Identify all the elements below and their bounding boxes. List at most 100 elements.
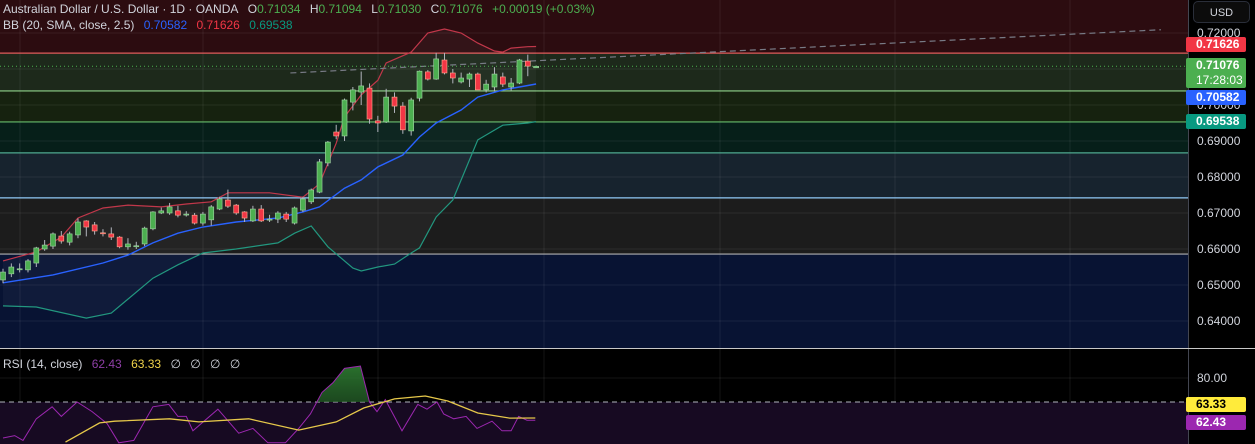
candle-body — [316, 161, 323, 193]
bb-lower-value: 0.69538 — [249, 18, 293, 32]
candle-body — [83, 220, 90, 228]
level-band — [0, 152, 1188, 198]
candle-body — [441, 59, 448, 74]
candle-body — [0, 271, 6, 281]
candle-body — [366, 87, 373, 120]
candle-body — [33, 247, 40, 264]
candle-body — [116, 236, 123, 248]
price-chart-pane[interactable] — [0, 0, 1188, 348]
candle — [425, 70, 431, 81]
bb-basis-value: 0.70582 — [143, 18, 188, 32]
candle — [325, 141, 331, 167]
candle-body — [125, 243, 131, 248]
change-value: +0.00019 (+0.03%) — [492, 2, 595, 16]
axis-tick-label: 80.00 — [1197, 371, 1228, 385]
candle-body — [183, 213, 190, 216]
candle-body — [350, 89, 356, 103]
candle-body — [416, 70, 423, 99]
candle — [150, 211, 156, 231]
open-value: 0.71034 — [257, 2, 301, 16]
badge-value: 0.69538 — [1196, 113, 1240, 128]
candle-body — [100, 232, 106, 235]
badge-value: 0.70582 — [1196, 90, 1240, 105]
rsi-legend: RSI (14, close) 62.43 63.33 ∅ ∅ ∅ ∅ — [3, 357, 240, 371]
symbol-title[interactable]: Australian Dollar / U.S. Dollar · 1D · O… — [3, 2, 238, 16]
candle-body — [75, 221, 81, 236]
candle-body — [325, 141, 331, 164]
open-label: O — [247, 2, 258, 16]
badge-value: 63.33 — [1196, 397, 1227, 411]
rsi-label[interactable]: RSI (14, close) — [3, 357, 82, 371]
axis-tick-label: 0.66000 — [1197, 242, 1241, 256]
candle-body — [258, 208, 265, 222]
rsi-background-band — [0, 402, 1188, 444]
candle — [316, 159, 323, 194]
candle-body — [58, 235, 65, 242]
candle-body — [91, 224, 98, 232]
candle-body — [166, 206, 173, 214]
candle — [141, 226, 148, 247]
bb-upper-price-badge: 0.71626 — [1186, 37, 1246, 53]
bb-label[interactable]: BB (20, SMA, close, 2.5) — [3, 18, 134, 32]
candle-body — [433, 58, 439, 80]
currency-button[interactable]: USD — [1193, 1, 1250, 23]
candle-body — [391, 96, 398, 107]
rsi-ma-value: 63.33 — [131, 357, 162, 371]
bb-legend: BB (20, SMA, close, 2.5) 0.70582 0.71626… — [3, 18, 293, 32]
rsi-value: 62.43 — [91, 357, 122, 371]
candle-body — [499, 76, 506, 85]
level-band — [0, 90, 1188, 122]
axis-tick-label: 0.65000 — [1197, 278, 1241, 292]
candle-body — [291, 207, 298, 224]
bb-lower-price-badge: 0.69538 — [1186, 113, 1246, 129]
axis-tick-label: 0.64000 — [1197, 314, 1241, 328]
candle-body — [200, 213, 206, 224]
candle-body — [133, 245, 140, 248]
candle-body — [475, 73, 481, 91]
candle-body — [483, 83, 489, 91]
candle-body — [66, 233, 73, 243]
bb-basis-price-badge: 0.70582 — [1186, 90, 1246, 106]
pane-separator[interactable] — [1188, 348, 1255, 349]
candle-body — [141, 227, 148, 245]
rsi-value-badge: 62.43 — [1186, 415, 1246, 430]
axis-tick-label: 0.69000 — [1197, 134, 1241, 148]
candle — [291, 206, 298, 225]
candle-body — [491, 73, 498, 88]
candle-body — [400, 105, 406, 131]
candle-body — [175, 210, 181, 216]
candle-body — [341, 99, 348, 137]
candle — [516, 58, 523, 85]
candle-body — [225, 199, 231, 207]
candle-body — [241, 211, 248, 219]
rsi-ma-badge: 63.33 — [1186, 397, 1246, 412]
candle-body — [158, 210, 165, 214]
level-band — [0, 53, 1188, 91]
axis-tick-label: 0.68000 — [1197, 170, 1241, 184]
candle-body — [50, 233, 56, 247]
candle — [300, 196, 306, 212]
candle-body — [408, 99, 414, 132]
candle — [400, 102, 406, 134]
candle-body — [191, 214, 198, 224]
candle — [233, 204, 240, 215]
candle — [116, 236, 123, 249]
candle-body — [275, 212, 281, 220]
level-band — [0, 121, 1188, 153]
candle-body — [375, 120, 381, 124]
candle-body — [450, 72, 456, 79]
axis-tick-label: 0.67000 — [1197, 206, 1241, 220]
candle-body — [108, 233, 115, 238]
candle — [416, 70, 423, 102]
candle-body — [250, 208, 256, 222]
badge-value: 0.71076 — [1196, 58, 1240, 73]
candle-body — [383, 96, 389, 123]
candle-body — [425, 71, 431, 80]
candle-body — [8, 266, 15, 275]
candle-body — [283, 213, 290, 220]
close-value: 0.71076 — [439, 2, 483, 16]
candle-body — [16, 268, 23, 271]
empty-value: ∅ — [170, 357, 181, 371]
candle-body — [150, 211, 156, 230]
candle-body — [233, 204, 240, 214]
